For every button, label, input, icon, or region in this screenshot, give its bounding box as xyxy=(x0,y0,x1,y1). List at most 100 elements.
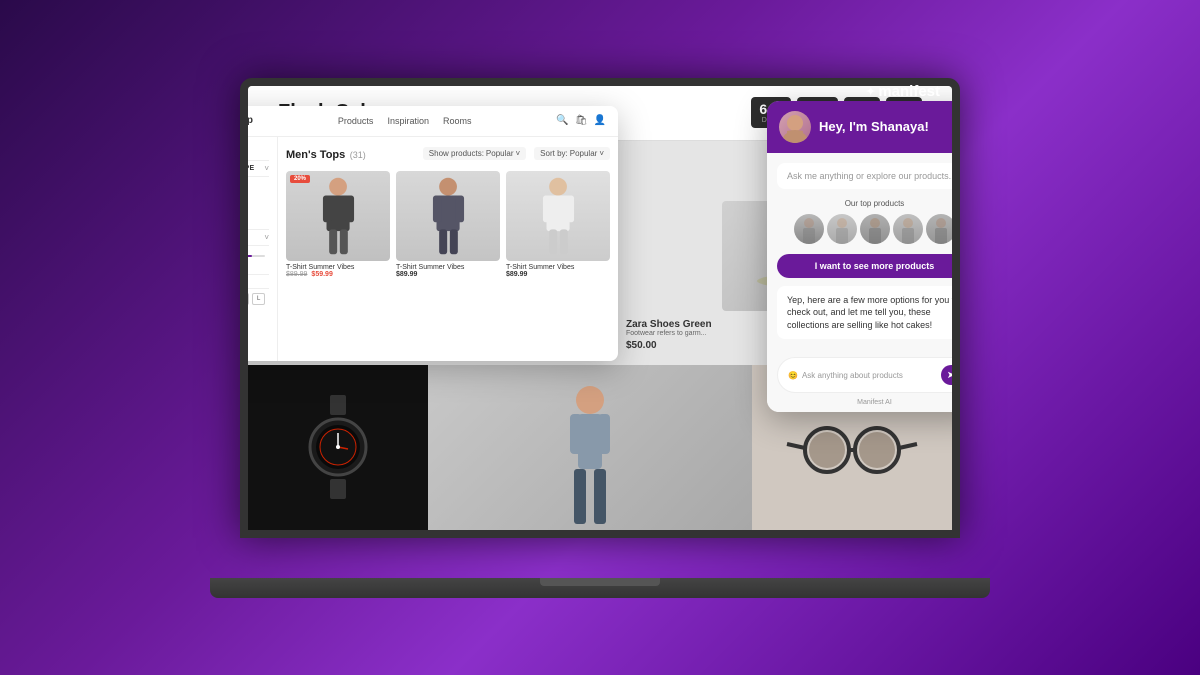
glasses-svg xyxy=(782,412,922,482)
top-product-person-3 xyxy=(864,216,886,244)
chat-widget: Hey, I'm Shanaya! ˅ Ask me anything or e… xyxy=(767,101,952,413)
product-name-3: T-Shirt Summer Vibes xyxy=(506,264,610,271)
top-product-person-1 xyxy=(798,216,820,244)
price-filter: PRICE ˅ xyxy=(248,229,269,266)
price-arrow: ˅ xyxy=(264,233,269,242)
product-price-3: $89.99 xyxy=(506,271,610,278)
price-filter-header[interactable]: PRICE ˅ xyxy=(248,229,269,246)
top-product-5[interactable] xyxy=(926,214,953,244)
top-products-avatars xyxy=(777,214,952,244)
sale-badge-1: 20% xyxy=(290,175,310,183)
zara-section: Zara Shoes Green Footwear refers to garm… xyxy=(626,319,712,351)
size-options: XS S M L XL XXL xyxy=(248,289,269,324)
eshop-popup: ⊞ E-Shop Products Inspiration Rooms 🔍 🛍 … xyxy=(248,106,618,361)
eshop-nav-items: Products Inspiration Rooms xyxy=(269,116,540,126)
product-title: Men's Tops xyxy=(286,149,345,161)
chat-input-wrapper: 😊 Ask anything about products xyxy=(788,371,903,380)
sort-by-btn[interactable]: Sort by: Popular ˅ xyxy=(534,147,610,160)
top-products-label: Our top products xyxy=(777,199,952,208)
woman-image xyxy=(428,365,752,530)
size-l[interactable]: L xyxy=(252,293,265,305)
eshop-popup-body: / All Products PRODUCT TYPE ˅ T-Shirts xyxy=(248,137,618,361)
nav-products[interactable]: Products xyxy=(338,116,374,126)
sidebar-breadcrumb: / All Products xyxy=(248,145,269,152)
laptop-scene: ✦ manifest Flash Sale 649 DAYS 8 HOURS xyxy=(210,78,990,598)
manifest-star-icon: ✦ xyxy=(866,85,875,98)
see-more-button[interactable]: I want to see more products xyxy=(777,254,952,278)
sort-by-value: Popular xyxy=(570,149,598,158)
chat-header: Hey, I'm Shanaya! ˅ xyxy=(767,101,952,153)
top-product-2[interactable] xyxy=(827,214,857,244)
product-count: (31) xyxy=(350,150,366,160)
top-product-4[interactable] xyxy=(893,214,923,244)
zara-price: $50.00 xyxy=(626,340,712,351)
chat-bot-message: Yep, here are a few more options for you… xyxy=(777,286,952,340)
size-filter: SIZE XS S M L XL XXL xyxy=(248,274,269,324)
top-product-1[interactable] xyxy=(794,214,824,244)
show-products-value: Popular xyxy=(486,149,514,158)
filter-tshirts: T-Shirts xyxy=(248,177,269,188)
chat-top-input[interactable]: Ask me anything or explore our products.… xyxy=(777,163,952,189)
product-type-header[interactable]: PRODUCT TYPE ˅ xyxy=(248,160,269,177)
show-products-arrow: ˅ xyxy=(516,149,521,158)
avatar-svg xyxy=(779,111,811,143)
chat-send-button[interactable]: ➤ xyxy=(941,365,952,385)
show-products-label: Show products: xyxy=(429,149,484,158)
filter-dresshirts: Dress Shirts xyxy=(248,210,269,221)
eshop-main: Men's Tops (31) Show products: Popular ˅ xyxy=(278,137,618,361)
manifest-footer: Manifest AI xyxy=(777,397,952,412)
regular-price-3: $89.99 xyxy=(506,271,527,278)
original-price-1: $89.99 xyxy=(286,271,307,278)
chat-bot-name: Hey, I'm Shanaya! xyxy=(819,119,929,134)
top-product-3[interactable] xyxy=(860,214,890,244)
person-svg-3 xyxy=(531,176,586,256)
product-controls: Show products: Popular ˅ Sort by: Popula… xyxy=(423,147,610,160)
cart-icon[interactable]: 🛍 xyxy=(575,115,588,126)
eshop-nav: ⊞ E-Shop Products Inspiration Rooms 🔍 🛍 … xyxy=(248,106,618,137)
price-slider[interactable] xyxy=(248,246,269,266)
manifest-brand-name: manifest xyxy=(878,83,940,100)
laptop-screen: Flash Sale 649 DAYS 8 HOURS 50 MINS xyxy=(240,78,960,538)
woman-svg xyxy=(550,380,630,530)
product-type-arrow: ˅ xyxy=(264,164,269,173)
chat-footer: 😊 Ask anything about products ➤ Manifest… xyxy=(767,357,952,412)
product-price-1: $89.99 $59.99 xyxy=(286,271,390,278)
product-image-2 xyxy=(396,171,500,261)
show-products-btn[interactable]: Show products: Popular ˅ xyxy=(423,147,526,160)
size-filter-header[interactable]: SIZE xyxy=(248,274,269,289)
nav-rooms[interactable]: Rooms xyxy=(443,116,472,126)
eshop-sidebar: / All Products PRODUCT TYPE ˅ T-Shirts xyxy=(248,137,278,361)
screen-content: Flash Sale 649 DAYS 8 HOURS 50 MINS xyxy=(248,86,952,530)
search-icon[interactable]: 🔍 xyxy=(556,115,568,126)
product-image-1: 20% xyxy=(286,171,390,261)
sort-by-arrow: ˅ xyxy=(599,149,604,158)
product-card-2[interactable]: T-Shirt Summer Vibes $89.99 xyxy=(396,171,500,278)
product-title-group: Men's Tops (31) xyxy=(286,145,366,163)
slider-fill xyxy=(248,255,252,257)
top-products-section: Our top products xyxy=(777,199,952,244)
chat-input-placeholder: Ask anything about products xyxy=(802,371,903,380)
person-svg-2 xyxy=(421,176,476,256)
chat-avatar xyxy=(779,111,811,143)
chat-emoji-icon: 😊 xyxy=(788,371,798,380)
product-type-filter: PRODUCT TYPE ˅ T-Shirts Sweatshirts xyxy=(248,160,269,221)
chat-header-info: Hey, I'm Shanaya! xyxy=(779,111,929,143)
filter-tanktops: Tank Tops xyxy=(248,199,269,210)
profile-icon[interactable]: 👤 xyxy=(594,115,606,126)
chat-footer-input[interactable]: 😊 Ask anything about products ➤ xyxy=(777,357,952,393)
eshop-logo: ⊞ E-Shop xyxy=(248,114,253,128)
product-image-3 xyxy=(506,171,610,261)
sort-by-label: Sort by: xyxy=(540,149,568,158)
nav-inspiration[interactable]: Inspiration xyxy=(387,116,429,126)
zara-desc: Footwear refers to garm... xyxy=(626,330,712,337)
manifest-brand: ✦ manifest xyxy=(866,83,940,100)
watch-image xyxy=(248,365,428,530)
sale-price-1: $59.99 xyxy=(311,271,332,278)
product-card-3[interactable]: T-Shirt Summer Vibes $89.99 xyxy=(506,171,610,278)
top-product-person-5 xyxy=(930,216,952,244)
product-card-1[interactable]: 20% xyxy=(286,171,390,278)
chat-body: Ask me anything or explore our products.… xyxy=(767,153,952,358)
slider-track xyxy=(248,255,265,257)
product-header: Men's Tops (31) Show products: Popular ˅ xyxy=(286,145,610,163)
size-m[interactable]: M xyxy=(248,293,249,305)
